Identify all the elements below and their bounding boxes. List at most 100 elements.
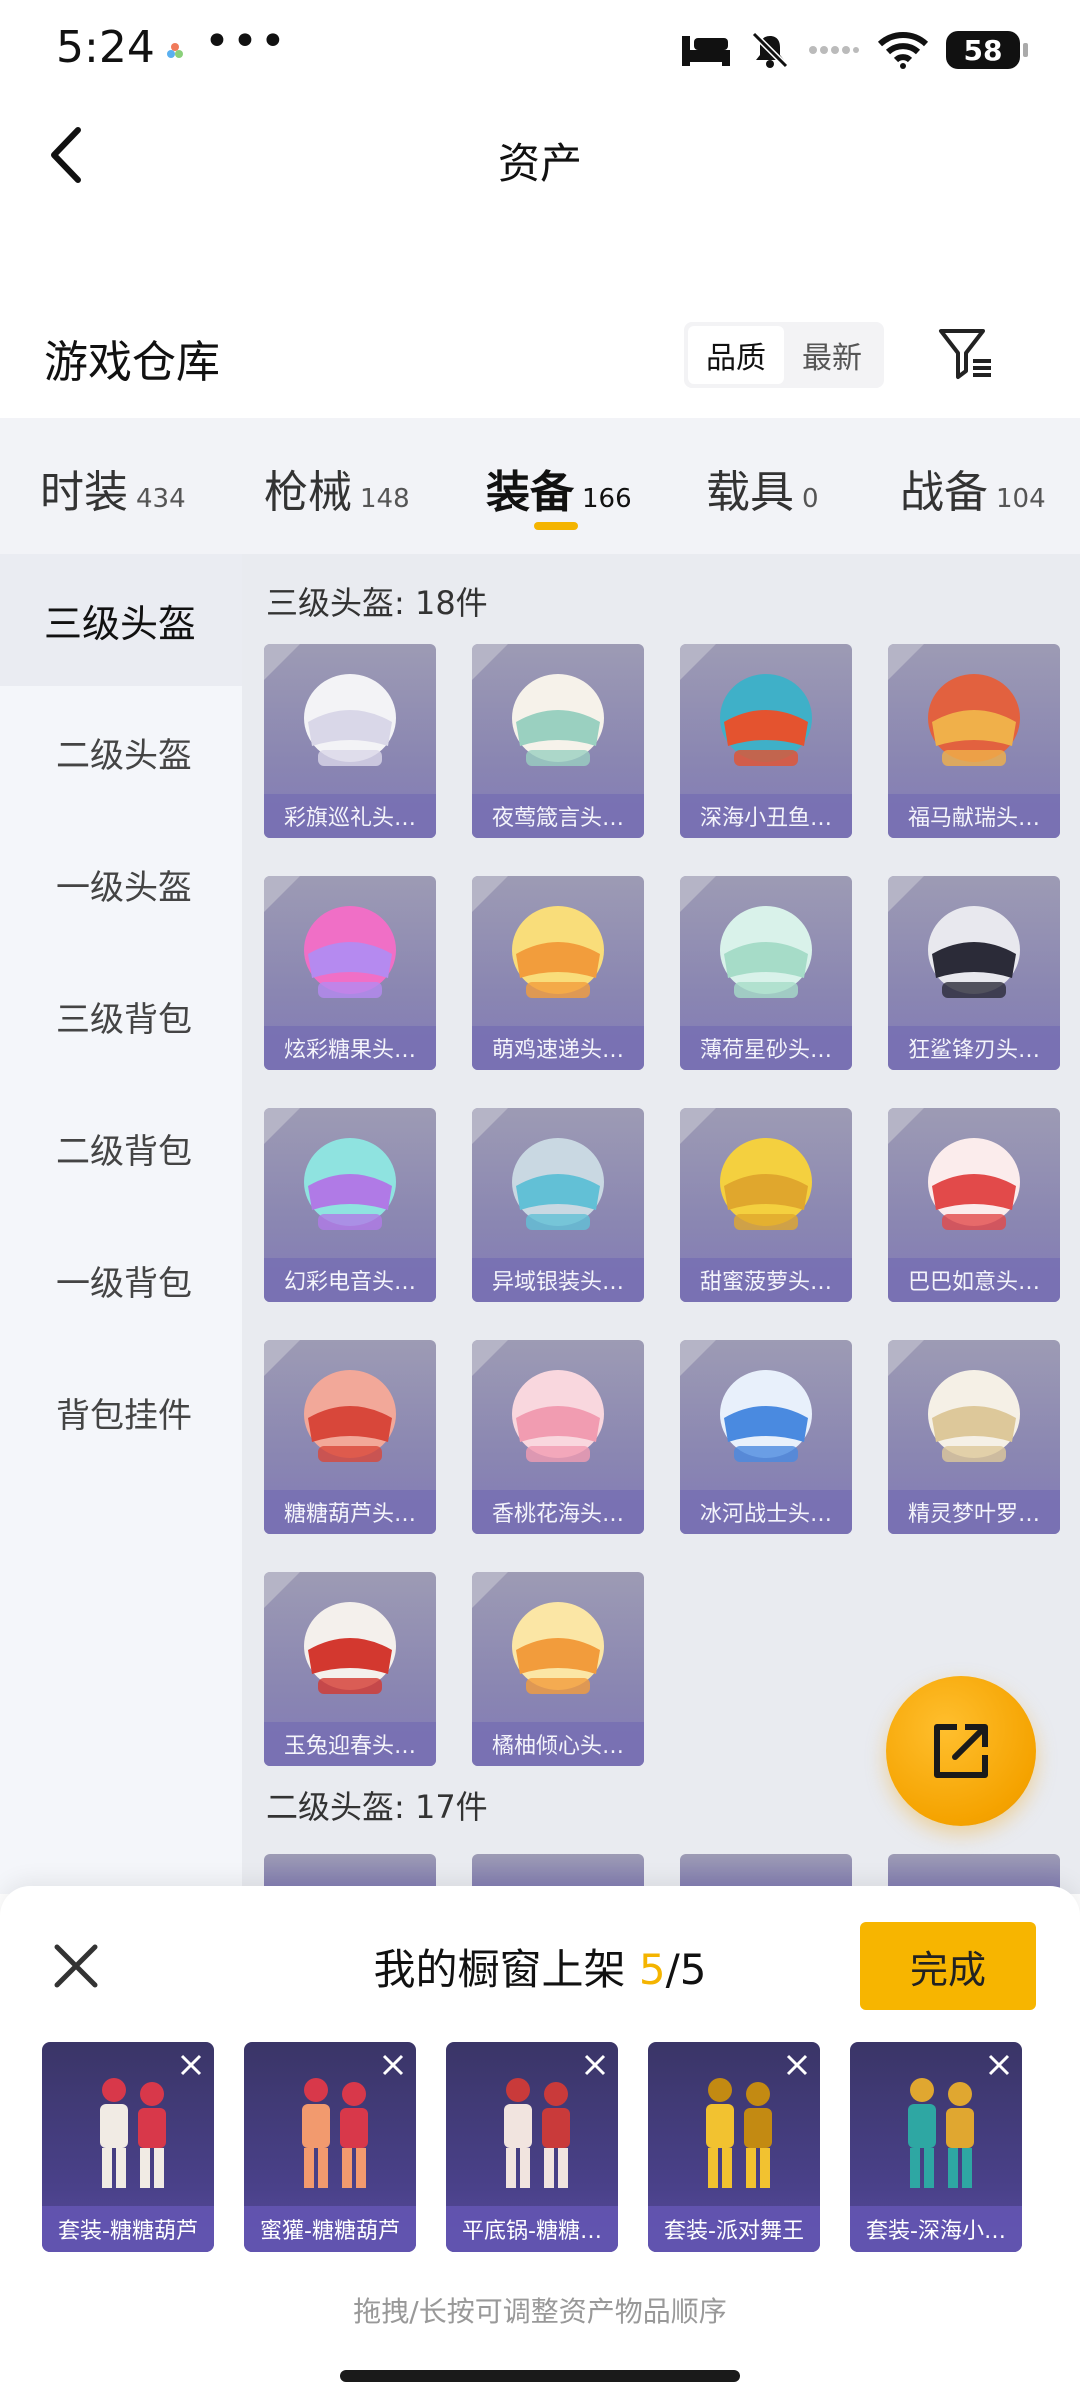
showcase-total-count: /5 (665, 1945, 707, 1994)
item-card[interactable]: 冰河战士头… (680, 1340, 852, 1534)
helmet-icon (304, 674, 396, 766)
select-check-icon (264, 1108, 300, 1144)
showcase-current-count: 5 (638, 1945, 666, 1994)
tab-label: 时装 (40, 467, 128, 518)
sidebar-item-level1-helmet[interactable]: 一级头盔 (0, 818, 242, 950)
tab-equipment[interactable]: 装备 166 (486, 456, 632, 520)
item-card[interactable]: 异域银装头… (472, 1108, 644, 1302)
item-card[interactable]: 福马献瑞头… (888, 644, 1060, 838)
item-figure-icon (504, 2078, 570, 2188)
item-name: 薄荷星砂头… (680, 1026, 852, 1070)
battery-icon: 58 (946, 31, 1028, 69)
tab-count: 0 (802, 484, 819, 514)
item-name: 甜蜜菠萝头… (680, 1258, 852, 1302)
section-title: 二级头盔: 17件 (266, 1788, 488, 1826)
helmet-icon (512, 906, 604, 998)
tab-count: 166 (582, 484, 632, 514)
item-name: 深海小丑鱼… (680, 794, 852, 838)
item-name: 香桃花海头… (472, 1490, 644, 1534)
item-name: 幻彩电音头… (264, 1258, 436, 1302)
sidebar-item-level1-backpack[interactable]: 一级背包 (0, 1214, 242, 1346)
tab-count: 148 (360, 484, 410, 514)
showcase-item-name: 套装-派对舞王 (648, 2206, 820, 2252)
sidebar-item-level2-backpack[interactable]: 二级背包 (0, 1082, 242, 1214)
showcase-item[interactable]: 蜜獾-糖糖葫芦 (244, 2042, 416, 2252)
item-card[interactable]: 巴巴如意头… (888, 1108, 1060, 1302)
select-check-icon (264, 1572, 300, 1608)
select-check-icon (888, 1108, 924, 1144)
tab-supplies[interactable]: 战备 104 (900, 456, 1046, 520)
select-check-icon (264, 876, 300, 912)
item-card[interactable]: 幻彩电音头… (264, 1108, 436, 1302)
item-card[interactable]: 精灵梦叶罗… (888, 1340, 1060, 1534)
item-card[interactable]: 彩旗巡礼头… (264, 644, 436, 838)
item-card[interactable]: 玉兔迎春头… (264, 1572, 436, 1766)
sidebar-item-level2-helmet[interactable]: 二级头盔 (0, 686, 242, 818)
helmet-icon (512, 1138, 604, 1230)
done-button[interactable]: 完成 (860, 1922, 1036, 2010)
item-card[interactable]: 狂鲨锋刃头… (888, 876, 1060, 1070)
section-title: 三级头盔: 18件 (266, 584, 488, 622)
select-check-icon (264, 644, 300, 680)
item-name: 精灵梦叶罗… (888, 1490, 1060, 1534)
select-check-icon (472, 876, 508, 912)
share-button[interactable] (886, 1676, 1036, 1826)
sidebar-item-backpack-charm[interactable]: 背包挂件 (0, 1346, 242, 1478)
item-card[interactable]: 夜莺箴言头… (472, 644, 644, 838)
showcase-item-name: 套装-深海小… (850, 2206, 1022, 2252)
item-card[interactable]: 糖糖葫芦头… (264, 1340, 436, 1534)
sort-newest-option[interactable]: 最新 (784, 326, 880, 384)
item-name: 玉兔迎春头… (264, 1722, 436, 1766)
showcase-sheet: 我的橱窗上架 5/5 完成 套装-糖糖葫芦 蜜獾-糖糖葫芦 平底锅-糖糖… 套装-派对… (0, 1886, 1080, 2400)
status-indicators: 58 (680, 26, 1028, 74)
tab-outfits[interactable]: 时装 434 (40, 456, 186, 520)
reorder-hint: 拖拽/长按可调整资产物品顺序 (353, 2295, 727, 2328)
select-check-icon (680, 1108, 716, 1144)
item-card[interactable]: 橘柚倾心头… (472, 1572, 644, 1766)
item-figure-icon (100, 2078, 166, 2188)
helmet-icon (720, 1370, 812, 1462)
showcase-item[interactable]: 套装-糖糖葫芦 (42, 2042, 214, 2252)
item-name: 萌鸡速递头… (472, 1026, 644, 1070)
helmet-icon (304, 906, 396, 998)
helmet-icon (512, 1602, 604, 1694)
item-card[interactable]: 萌鸡速递头… (472, 876, 644, 1070)
helmet-icon (720, 906, 812, 998)
item-name: 狂鲨锋刃头… (888, 1026, 1060, 1070)
item-name: 糖糖葫芦头… (264, 1490, 436, 1534)
sort-quality-option[interactable]: 品质 (688, 326, 784, 384)
item-figure-icon (908, 2078, 974, 2188)
sidebar-item-level3-backpack[interactable]: 三级背包 (0, 950, 242, 1082)
item-card[interactable]: 香桃花海头… (472, 1340, 644, 1534)
showcase-item[interactable]: 套装-派对舞王 (648, 2042, 820, 2252)
select-check-icon (888, 1340, 924, 1376)
select-check-icon (472, 1572, 508, 1608)
item-card[interactable]: 炫彩糖果头… (264, 876, 436, 1070)
showcase-item[interactable]: 平底锅-糖糖… (446, 2042, 618, 2252)
signal-dots-icon (809, 46, 859, 54)
item-name: 巴巴如意头… (888, 1258, 1060, 1302)
showcase-item[interactable]: 套装-深海小… (850, 2042, 1022, 2252)
filter-button[interactable] (930, 318, 1000, 388)
sidebar-item-level3-helmet[interactable]: 三级头盔 (0, 554, 242, 686)
item-name: 炫彩糖果头… (264, 1026, 436, 1070)
item-card[interactable]: 薄荷星砂头… (680, 876, 852, 1070)
showcase-item-name: 蜜獾-糖糖葫芦 (244, 2206, 416, 2252)
helmet-icon (928, 906, 1020, 998)
app-notification-icon (167, 43, 183, 58)
tab-label: 载具 (706, 467, 794, 518)
item-card[interactable]: 深海小丑鱼… (680, 644, 852, 838)
status-time: 5:24 (56, 22, 155, 73)
tab-vehicles[interactable]: 载具 0 (706, 456, 819, 520)
nav-bar: 资产 (0, 100, 1080, 210)
tab-label: 装备 (486, 467, 574, 518)
share-icon (934, 1724, 988, 1778)
tab-firearms[interactable]: 枪械 148 (264, 456, 410, 520)
category-tabs: 时装 434 枪械 148 装备 166 载具 0 战备 104 (0, 418, 1080, 554)
item-name: 福马献瑞头… (888, 794, 1060, 838)
active-tab-indicator (534, 522, 578, 530)
select-check-icon (680, 644, 716, 680)
item-card[interactable]: 甜蜜菠萝头… (680, 1108, 852, 1302)
helmet-icon (928, 674, 1020, 766)
helmet-icon (928, 1138, 1020, 1230)
